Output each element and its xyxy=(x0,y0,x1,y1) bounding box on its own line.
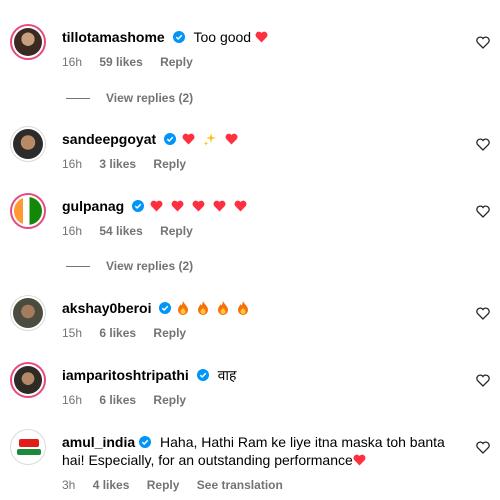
fire-icon xyxy=(237,301,248,315)
amul-logo xyxy=(13,432,43,462)
reply-button[interactable]: Reply xyxy=(153,393,186,407)
verified-badge-icon xyxy=(132,200,145,212)
comment-username[interactable]: gulpanag xyxy=(62,198,124,214)
red-heart-icon xyxy=(225,133,238,145)
reply-button[interactable]: Reply xyxy=(153,326,186,340)
reply-button[interactable]: Reply xyxy=(160,55,193,69)
comment-time[interactable]: 3h xyxy=(62,478,75,492)
view-replies-label: View replies (2) xyxy=(106,91,194,105)
comment-time[interactable]: 15h xyxy=(62,326,82,340)
avatar[interactable] xyxy=(10,126,46,162)
like-heart-icon[interactable] xyxy=(476,441,490,454)
comment-time[interactable]: 16h xyxy=(62,157,82,171)
replies-divider xyxy=(66,266,90,268)
verified-badge-icon xyxy=(196,369,209,381)
comment-likes[interactable]: 59 likes xyxy=(99,55,142,69)
comment-username[interactable]: sandeepgoyat xyxy=(62,131,156,147)
like-heart-icon[interactable] xyxy=(476,374,490,387)
red-heart-icon xyxy=(150,200,163,212)
avatar[interactable] xyxy=(10,295,46,331)
red-heart-icon xyxy=(213,200,226,212)
comment-username[interactable]: iamparitoshtripathi xyxy=(62,367,189,383)
view-replies-button[interactable]: View replies (2) xyxy=(66,259,193,273)
verified-badge-icon xyxy=(172,31,185,43)
replies-divider xyxy=(66,98,90,100)
comment-likes[interactable]: 54 likes xyxy=(99,224,142,238)
avatar[interactable] xyxy=(10,362,46,398)
reply-button[interactable]: Reply xyxy=(147,478,180,492)
comment-username[interactable]: akshay0beroi xyxy=(62,300,152,316)
view-replies-label: View replies (2) xyxy=(106,259,194,273)
avatar[interactable] xyxy=(10,193,46,229)
red-heart-icon xyxy=(192,200,205,212)
avatar[interactable] xyxy=(10,429,46,465)
reply-button[interactable]: Reply xyxy=(153,157,186,171)
red-heart-icon xyxy=(353,454,366,466)
fire-icon xyxy=(218,301,229,315)
verified-badge-icon xyxy=(139,436,152,448)
red-heart-icon xyxy=(171,200,184,212)
sparkles-icon xyxy=(203,133,216,146)
verified-badge-icon xyxy=(159,302,172,314)
comment-username[interactable]: amul_india xyxy=(62,434,135,450)
comment-likes[interactable]: 6 likes xyxy=(99,326,136,340)
comment-text: वाह xyxy=(217,367,237,383)
red-heart-icon xyxy=(234,200,247,212)
comment-likes[interactable]: 6 likes xyxy=(99,393,136,407)
comment-likes[interactable]: 4 likes xyxy=(93,478,130,492)
like-heart-icon[interactable] xyxy=(476,36,490,49)
like-heart-icon[interactable] xyxy=(476,205,490,218)
red-heart-icon xyxy=(255,31,268,43)
fire-icon xyxy=(178,301,189,315)
fire-icon xyxy=(198,301,209,315)
see-translation-button[interactable]: See translation xyxy=(197,478,283,492)
comment-likes[interactable]: 3 likes xyxy=(99,157,136,171)
verified-badge-icon xyxy=(164,133,177,145)
comment-time[interactable]: 16h xyxy=(62,393,82,407)
avatar[interactable] xyxy=(10,24,46,60)
view-replies-button[interactable]: View replies (2) xyxy=(66,91,193,105)
like-heart-icon[interactable] xyxy=(476,138,490,151)
comment-time[interactable]: 16h xyxy=(62,55,82,69)
like-heart-icon[interactable] xyxy=(476,307,490,320)
comment-time[interactable]: 16h xyxy=(62,224,82,238)
comment-text: Too good xyxy=(193,29,252,45)
reply-button[interactable]: Reply xyxy=(160,224,193,238)
comment-username[interactable]: tillotamashome xyxy=(62,29,165,45)
red-heart-icon xyxy=(182,133,195,145)
